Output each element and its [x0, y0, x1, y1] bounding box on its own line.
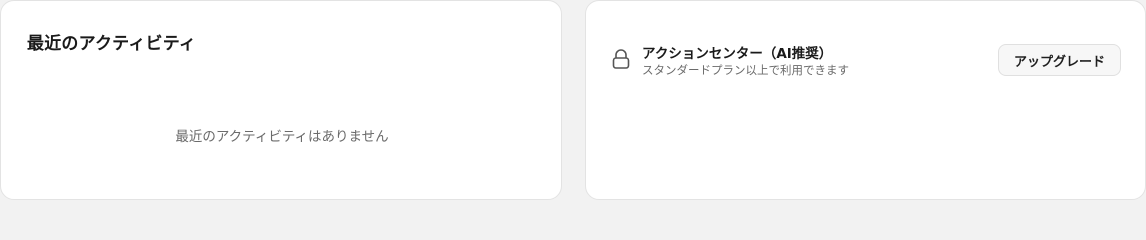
action-center-subtitle: スタンダードプラン以上で利用できます	[642, 63, 849, 77]
recent-activity-card: 最近のアクティビティ 最近のアクティビティはありません	[0, 0, 562, 200]
lock-icon	[611, 48, 631, 70]
action-center-title: アクションセンター（AI推奨）	[642, 46, 833, 62]
action-center-card: アクションセンター（AI推奨） スタンダードプラン以上で利用できます アップグレ…	[585, 0, 1146, 200]
dashboard-panels: 最近のアクティビティ 最近のアクティビティはありません アクションセンター（AI…	[0, 0, 1146, 201]
recent-activity-title: 最近のアクティビティ	[27, 34, 197, 54]
upgrade-button[interactable]: アップグレード	[998, 44, 1121, 76]
recent-activity-empty-message: 最近のアクティビティはありません	[175, 129, 389, 145]
